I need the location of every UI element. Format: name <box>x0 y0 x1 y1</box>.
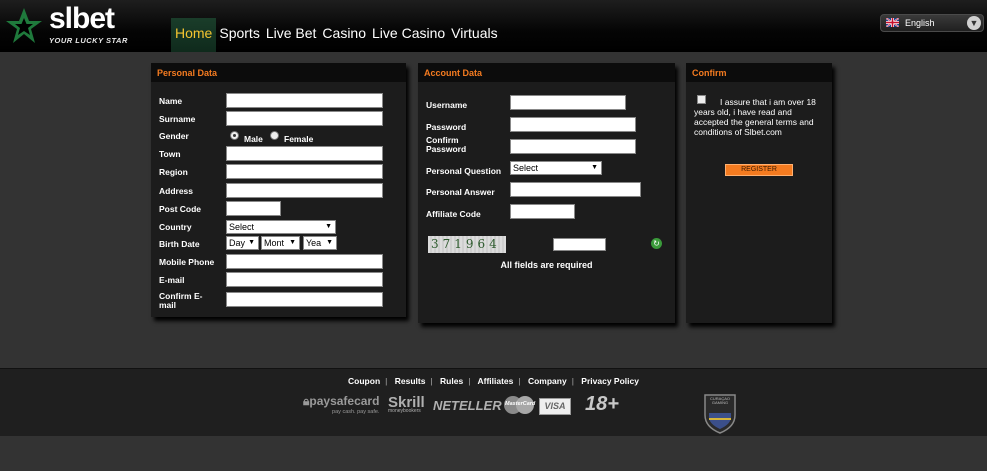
chevron-down-icon: ▼ <box>967 16 981 30</box>
captcha-field[interactable] <box>553 238 606 251</box>
nav-live-bet[interactable]: Live Bet <box>263 18 320 52</box>
age-18-badge: 18+ <box>585 393 619 415</box>
refresh-captcha-icon[interactable]: ↻ <box>651 238 662 249</box>
post-code-label: Post Code <box>159 204 202 214</box>
affiliate-code-field[interactable] <box>510 204 575 219</box>
address-field[interactable] <box>226 183 383 198</box>
birth-day-value: Day <box>229 238 246 248</box>
birth-month-value: Mont <box>264 238 285 248</box>
mobile-phone-label: Mobile Phone <box>159 257 215 267</box>
confirm-password-label: Confirm Password <box>426 135 467 154</box>
logo-text: slbet <box>49 2 115 35</box>
chevron-down-icon: ▼ <box>325 223 332 230</box>
mobile-phone-field[interactable] <box>226 254 383 269</box>
footer-link-affiliates[interactable]: Affiliates <box>477 376 513 386</box>
birth-year-value: Yea <box>306 238 322 248</box>
curacao-gaming-seal: CURAÇAO GAMING <box>702 391 738 435</box>
personal-data-panel: Personal Data Name Surname Gender Male F… <box>151 63 406 317</box>
gender-male-radio[interactable] <box>230 131 239 140</box>
chevron-down-icon: ▼ <box>591 164 598 171</box>
mastercard-logo: MasterCard <box>504 396 535 414</box>
account-data-panel: Account Data Username Password Confirm P… <box>418 63 675 323</box>
uk-flag-icon <box>886 18 899 27</box>
logo-tagline: YOUR LUCKY STAR <box>49 36 128 45</box>
username-label: Username <box>426 100 468 110</box>
chevron-down-icon: ▼ <box>289 239 296 246</box>
footer-link-company[interactable]: Company <box>528 376 567 386</box>
nav-virtuals[interactable]: Virtuals <box>448 18 500 52</box>
country-select-value: Select <box>229 222 255 232</box>
confirm-title: Confirm <box>686 63 832 82</box>
captcha-image: 371964 <box>428 236 506 253</box>
main-nav: Home Sports Live Bet Casino Live Casino … <box>171 18 501 52</box>
address-label: Address <box>159 186 194 196</box>
post-code-field[interactable] <box>226 201 281 216</box>
confirm-email-field[interactable] <box>226 292 383 307</box>
account-data-title: Account Data <box>418 63 675 82</box>
affiliate-code-label: Affiliate Code <box>426 209 481 219</box>
password-field[interactable] <box>510 117 636 132</box>
region-label: Region <box>159 167 188 177</box>
confirm-password-field[interactable] <box>510 139 636 154</box>
nav-casino[interactable]: Casino <box>319 18 369 52</box>
footer-link-privacy-policy[interactable]: Privacy Policy <box>581 376 639 386</box>
personal-question-label: Personal Question <box>426 166 502 176</box>
visa-logo: VISA <box>539 398 571 415</box>
footer-links: Coupon | Results | Rules | Affiliates | Comp… <box>348 376 639 386</box>
email-field[interactable] <box>226 272 383 287</box>
paysafecard-logo: 🔒︎paysafecard pay cash. pay safe. <box>303 394 380 415</box>
language-label: English <box>905 18 935 28</box>
nav-home[interactable]: Home <box>171 18 217 52</box>
name-label: Name <box>159 96 183 106</box>
confirm-email-label: Confirm E-mail <box>159 291 203 310</box>
confirm-panel: Confirm I assure that i am over 18 years… <box>686 63 832 323</box>
page-bottom <box>0 436 987 471</box>
country-select[interactable]: Select ▼ <box>226 220 336 234</box>
nav-live-casino[interactable]: Live Casino <box>369 18 448 52</box>
nav-sports[interactable]: Sports <box>216 18 262 52</box>
required-note: All fields are required <box>500 260 593 270</box>
country-label: Country <box>159 222 192 232</box>
gender-female-radio[interactable] <box>270 131 279 140</box>
name-field[interactable] <box>226 93 383 108</box>
personal-question-select[interactable]: Select ▼ <box>510 161 602 175</box>
personal-answer-field[interactable] <box>510 182 641 197</box>
male-label: Male <box>244 134 263 144</box>
town-label: Town <box>159 149 181 159</box>
birth-day-select[interactable]: Day ▼ <box>226 236 259 250</box>
star-icon <box>6 8 42 43</box>
personal-question-value: Select <box>513 163 539 173</box>
gender-label: Gender <box>159 131 189 141</box>
chevron-down-icon: ▼ <box>248 239 255 246</box>
register-button[interactable]: REGISTER <box>725 164 793 176</box>
site-logo[interactable]: slbet YOUR LUCKY STAR <box>4 2 144 46</box>
top-bar: slbet YOUR LUCKY STAR Home Sports Live B… <box>0 0 987 52</box>
female-label: Female <box>284 134 314 144</box>
footer-link-rules[interactable]: Rules <box>440 376 463 386</box>
password-label: Password <box>426 122 467 132</box>
footer-link-coupon[interactable]: Coupon <box>348 376 380 386</box>
birth-month-select[interactable]: Mont ▼ <box>261 236 300 250</box>
chevron-down-icon: ▼ <box>326 239 333 246</box>
personal-answer-label: Personal Answer <box>426 187 495 197</box>
birth-year-select[interactable]: Yea ▼ <box>303 236 337 250</box>
language-selector[interactable]: English ▼ <box>880 14 984 32</box>
email-label: E-mail <box>159 275 185 285</box>
skrill-logo: Skrill moneybookers <box>388 394 425 414</box>
footer-link-results[interactable]: Results <box>395 376 426 386</box>
neteller-logo: NETELLER <box>433 398 502 413</box>
birth-date-label: Birth Date <box>159 239 200 249</box>
terms-text: I assure that i am over 18 years old, i … <box>694 97 816 137</box>
surname-label: Surname <box>159 114 196 124</box>
region-field[interactable] <box>226 164 383 179</box>
town-field[interactable] <box>226 146 383 161</box>
username-field[interactable] <box>510 95 626 110</box>
surname-field[interactable] <box>226 111 383 126</box>
personal-data-title: Personal Data <box>151 63 406 82</box>
footer: Coupon | Results | Rules | Affiliates | Comp… <box>0 369 987 436</box>
